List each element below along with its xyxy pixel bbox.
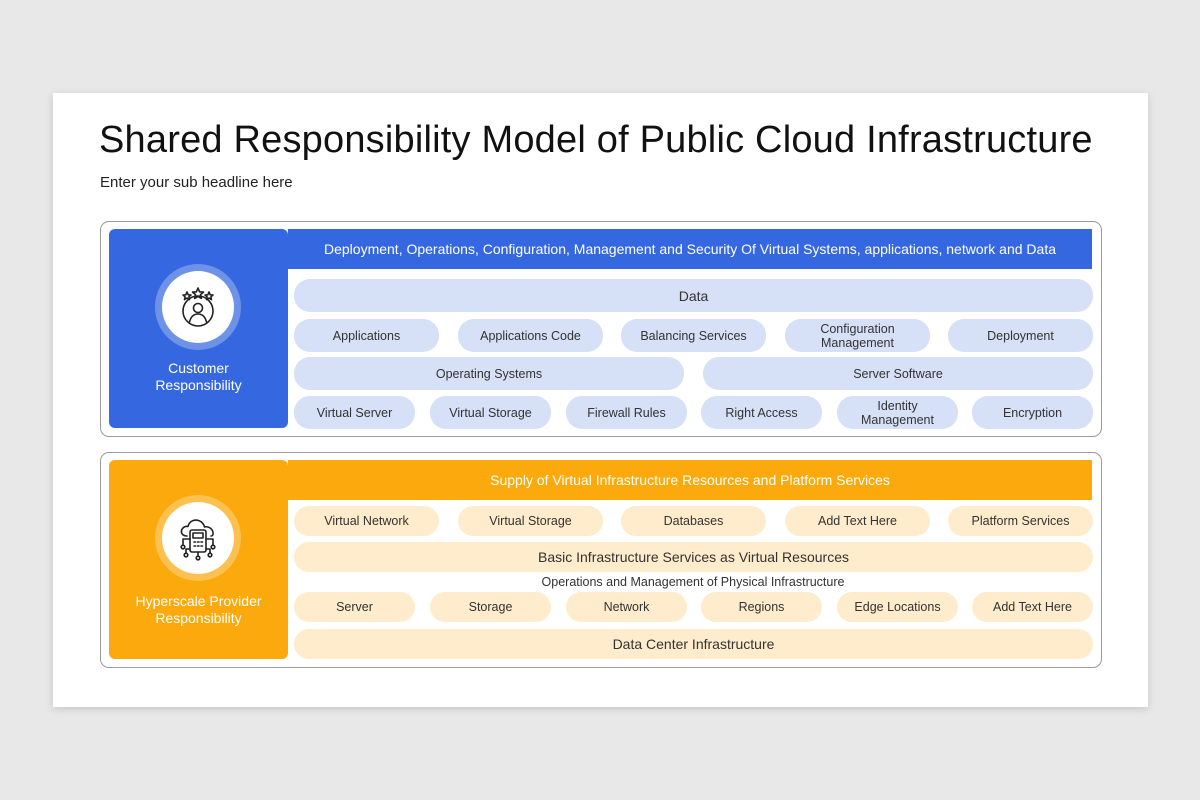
customer-pill-identity-management: Identity Management: [837, 396, 958, 429]
provider-pill-network: Network: [566, 592, 687, 622]
provider-pill-add-text-here-2: Add Text Here: [972, 592, 1093, 622]
customer-icon-ring: [155, 264, 241, 350]
provider-pill-virtual-network: Virtual Network: [294, 506, 439, 536]
provider-data-center-pill: Data Center Infrastructure: [294, 629, 1093, 659]
customer-data-pill: Data: [294, 279, 1093, 312]
provider-pill-edge-locations: Edge Locations: [837, 592, 958, 622]
provider-pill-databases: Databases: [621, 506, 766, 536]
provider-pill-platform-services: Platform Services: [948, 506, 1093, 536]
provider-pill-virtual-storage: Virtual Storage: [458, 506, 603, 536]
provider-pill-server: Server: [294, 592, 415, 622]
provider-basic-infrastructure-pill: Basic Infrastructure Services as Virtual…: [294, 542, 1093, 572]
page-title: Shared Responsibility Model of Public Cl…: [99, 119, 1093, 161]
customer-label: Customer Responsibility: [109, 360, 288, 394]
customer-pill-applications: Applications: [294, 319, 439, 352]
customer-pill-virtual-storage: Virtual Storage: [430, 396, 551, 429]
provider-operations-line: Operations and Management of Physical In…: [541, 575, 845, 589]
customer-pill-encryption: Encryption: [972, 396, 1093, 429]
customer-pill-applications-code: Applications Code: [458, 319, 603, 352]
customer-pill-right-access: Right Access: [701, 396, 822, 429]
customer-label-line2: Responsibility: [155, 377, 242, 393]
customer-pill-balancing-services: Balancing Services: [621, 319, 766, 352]
provider-label: Hyperscale Provider Responsibility: [109, 593, 288, 627]
provider-pill-add-text-here: Add Text Here: [785, 506, 930, 536]
customer-pill-operating-systems: Operating Systems: [294, 357, 684, 390]
customer-pill-configuration-management: Configuration Management: [785, 319, 930, 352]
provider-label-line1: Hyperscale Provider: [135, 593, 262, 609]
provider-label-line2: Responsibility: [155, 610, 242, 626]
provider-side-block: Hyperscale Provider Responsibility: [109, 460, 288, 659]
provider-pill-regions: Regions: [701, 592, 822, 622]
customer-side-block: Customer Responsibility: [109, 229, 288, 428]
cloud-server-icon: [162, 502, 234, 574]
customer-header-bar: Deployment, Operations, Configuration, M…: [288, 229, 1092, 269]
provider-responsibility-panel: Hyperscale Provider Responsibility Suppl…: [100, 452, 1102, 668]
customer-pill-deployment: Deployment: [948, 319, 1093, 352]
customer-pill-firewall-rules: Firewall Rules: [566, 396, 687, 429]
customer-pill-virtual-server: Virtual Server: [294, 396, 415, 429]
page-subtitle: Enter your sub headline here: [100, 174, 293, 191]
provider-pill-storage: Storage: [430, 592, 551, 622]
provider-header-bar: Supply of Virtual Infrastructure Resourc…: [288, 460, 1092, 500]
customer-responsibility-panel: Customer Responsibility Deployment, Oper…: [100, 221, 1102, 437]
provider-icon-ring: [155, 495, 241, 581]
customer-label-line1: Customer: [168, 360, 229, 376]
user-stars-icon: [162, 271, 234, 343]
slide: Shared Responsibility Model of Public Cl…: [53, 93, 1148, 707]
customer-pill-server-software: Server Software: [703, 357, 1093, 390]
